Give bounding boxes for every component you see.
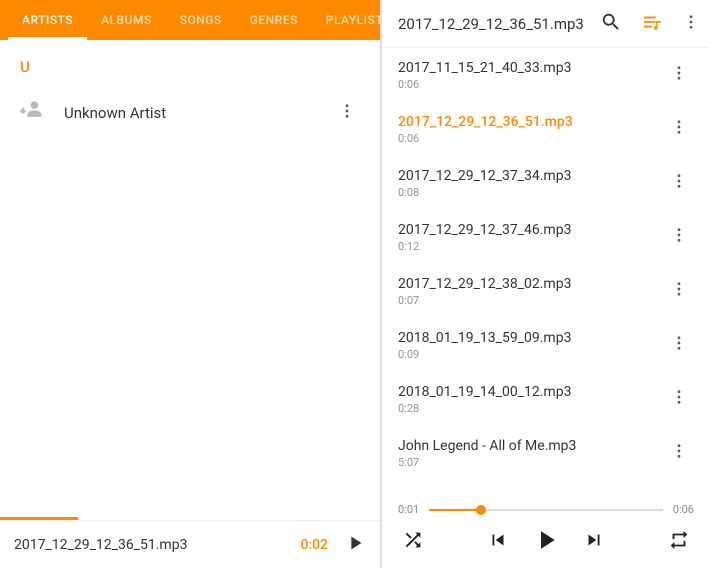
track-duration: 5:07 <box>398 456 664 469</box>
track-title: 2017_12_29_12_38_02.mp3 <box>398 276 664 292</box>
transport-controls <box>487 525 605 559</box>
tab-songs[interactable]: SONGS <box>166 0 236 40</box>
header-title: 2017_12_29_12_36_51.mp3 <box>392 15 600 33</box>
track-row[interactable]: 2018_01_19_13_59_09.mp3 0:09 <box>382 318 710 372</box>
tab-artists[interactable]: ARTISTS <box>8 0 87 40</box>
search-icon[interactable] <box>600 11 622 37</box>
track-more-icon[interactable] <box>664 166 694 200</box>
playback-controls <box>382 516 710 568</box>
track-row[interactable]: 2017_11_15_21_40_33.mp3 0:06 <box>382 48 710 102</box>
header-more-icon[interactable] <box>682 13 700 35</box>
artist-row[interactable]: Unknown Artist <box>0 84 380 142</box>
queue-icon[interactable] <box>640 11 664 37</box>
repeat-button[interactable] <box>668 529 690 555</box>
time-total: 0:06 <box>673 503 694 516</box>
next-button[interactable] <box>583 529 605 555</box>
progress-fill <box>429 509 480 511</box>
track-duration: 0:07 <box>398 294 664 307</box>
track-row[interactable]: 2017_12_29_12_38_02.mp3 0:07 <box>382 264 710 318</box>
track-info: 2017_12_29_12_37_34.mp3 0:08 <box>398 168 664 199</box>
mini-player[interactable]: 2017_12_29_12_36_51.mp3 0:02 <box>0 520 380 568</box>
track-title: 2017_12_29_12_37_46.mp3 <box>398 222 664 238</box>
track-info: 2017_11_15_21_40_33.mp3 0:06 <box>398 60 664 91</box>
prev-button[interactable] <box>487 529 509 555</box>
play-button[interactable] <box>531 525 561 559</box>
artist-name: Unknown Artist <box>64 104 332 122</box>
time-elapsed: 0:01 <box>398 503 419 516</box>
track-duration: 0:12 <box>398 240 664 253</box>
track-title: John Legend - All of Me.mp3 <box>398 438 664 454</box>
progress-handle[interactable] <box>476 505 486 515</box>
progress-bar: 0:01 0:06 <box>382 503 710 516</box>
track-duration: 0:28 <box>398 402 664 415</box>
track-title: 2017_12_29_12_36_51.mp3 <box>398 114 664 130</box>
header-actions <box>600 11 700 37</box>
left-pane: ARTISTSALBUMSSONGSGENRESPLAYLISTS U Unkn… <box>0 0 382 568</box>
progress-track[interactable] <box>429 509 663 511</box>
track-more-icon[interactable] <box>664 274 694 308</box>
track-duration: 0:06 <box>398 132 664 145</box>
tab-playlists[interactable]: PLAYLISTS <box>312 0 405 40</box>
mini-play-button[interactable] <box>344 532 366 558</box>
track-info: 2018_01_19_14_00_12.mp3 0:28 <box>398 384 664 415</box>
artist-list: U Unknown Artist <box>0 40 380 517</box>
track-duration: 0:09 <box>398 348 664 361</box>
tab-albums[interactable]: ALBUMS <box>87 0 166 40</box>
track-row[interactable]: 2017_12_29_12_37_46.mp3 0:12 <box>382 210 710 264</box>
track-info: 2017_12_29_12_38_02.mp3 0:07 <box>398 276 664 307</box>
artist-icon <box>18 97 46 129</box>
track-title: 2018_01_19_13_59_09.mp3 <box>398 330 664 346</box>
track-row[interactable]: John Legend - All of Me.mp3 5:07 <box>382 426 710 480</box>
track-title: 2018_01_19_14_00_12.mp3 <box>398 384 664 400</box>
tab-genres[interactable]: GENRES <box>236 0 312 40</box>
track-more-icon[interactable] <box>664 328 694 362</box>
section-letter: U <box>0 40 380 84</box>
artist-more-icon[interactable] <box>332 96 362 130</box>
track-list: 2017_11_15_21_40_33.mp30:062017_12_29_12… <box>382 48 710 503</box>
right-pane: 2017_12_29_12_36_51.mp3 2017_11_15_21_40… <box>382 0 710 568</box>
track-more-icon[interactable] <box>664 436 694 470</box>
shuffle-button[interactable] <box>402 529 424 555</box>
track-info: 2017_12_29_12_36_51.mp3 0:06 <box>398 114 664 145</box>
track-more-icon[interactable] <box>664 382 694 416</box>
now-playing-header: 2017_12_29_12_36_51.mp3 <box>382 0 710 48</box>
track-more-icon[interactable] <box>664 112 694 146</box>
track-info: 2018_01_19_13_59_09.mp3 0:09 <box>398 330 664 361</box>
track-duration: 0:08 <box>398 186 664 199</box>
track-row[interactable]: 2017_12_29_12_37_34.mp3 0:08 <box>382 156 710 210</box>
track-info: John Legend - All of Me.mp3 5:07 <box>398 438 664 469</box>
track-row[interactable]: 2018_01_19_14_00_12.mp3 0:28 <box>382 372 710 426</box>
track-title: 2017_12_29_12_37_34.mp3 <box>398 168 664 184</box>
tab-bar: ARTISTSALBUMSSONGSGENRESPLAYLISTS <box>0 0 380 40</box>
mini-player-title: 2017_12_29_12_36_51.mp3 <box>14 537 300 553</box>
track-info: 2017_12_29_12_37_46.mp3 0:12 <box>398 222 664 253</box>
track-more-icon[interactable] <box>664 58 694 92</box>
track-title: 2017_11_15_21_40_33.mp3 <box>398 60 664 76</box>
track-more-icon[interactable] <box>664 220 694 254</box>
track-duration: 0:06 <box>398 78 664 91</box>
mini-player-time: 0:02 <box>300 537 328 553</box>
track-row[interactable]: 2017_12_29_12_36_51.mp3 0:06 <box>382 102 710 156</box>
